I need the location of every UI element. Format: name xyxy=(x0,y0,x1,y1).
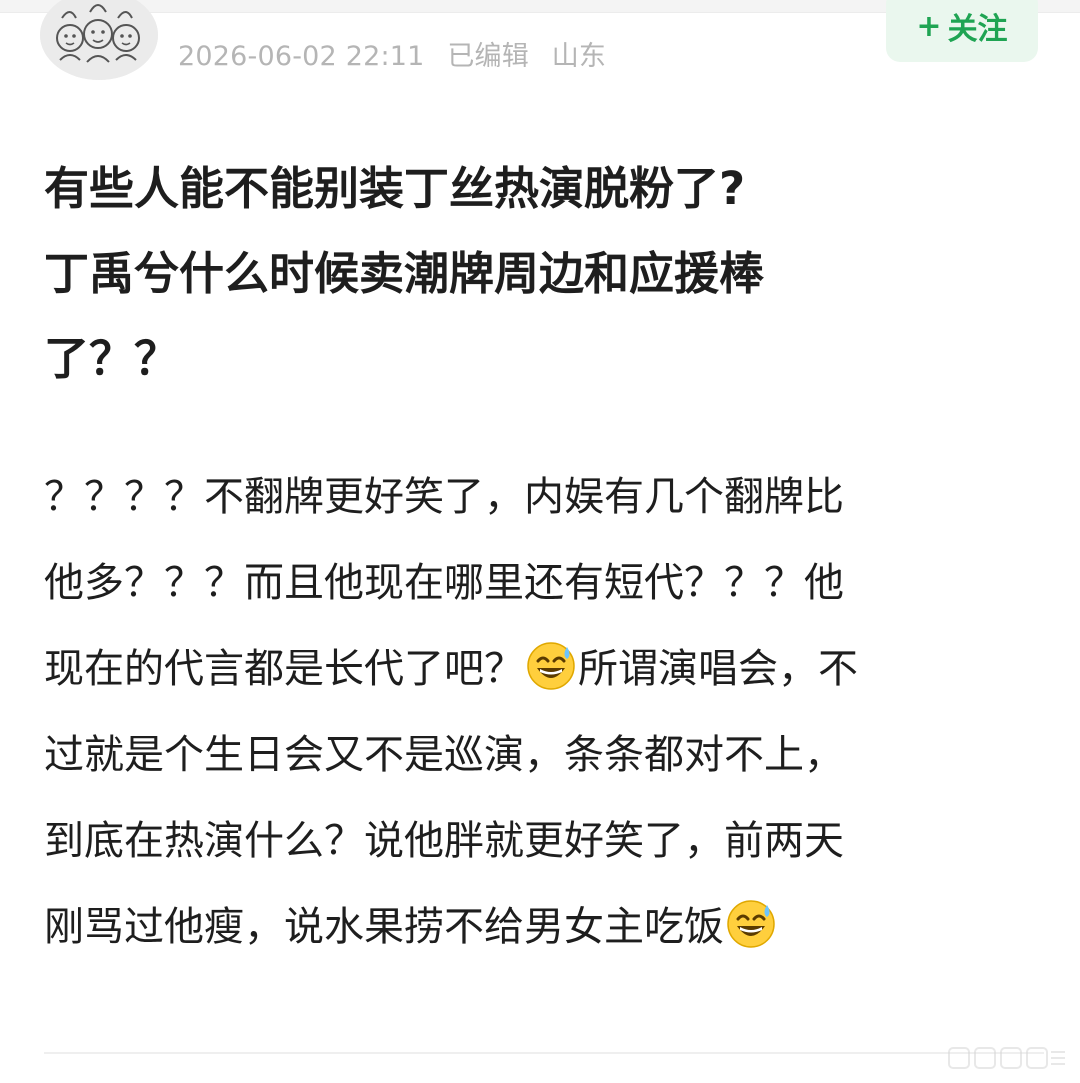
body-line: 他多？？？而且他现在哪里还有短代？？？他 xyxy=(44,560,844,606)
post-location: 山东 xyxy=(551,41,607,72)
sweat-smile-emoji-icon xyxy=(527,642,575,690)
bottom-divider xyxy=(44,1052,1044,1054)
watermark-icon xyxy=(948,1047,1065,1069)
body-line-segment: 刚骂过他瘦，说水果捞不给男女主吃饭 xyxy=(44,904,724,950)
follow-button-label: 关注 xyxy=(947,12,1008,47)
author-avatar[interactable] xyxy=(40,0,158,80)
cartoon-group-avatar-icon xyxy=(40,0,158,80)
post-datetime: 2026-06-02 22:11 xyxy=(178,41,425,72)
sweat-smile-emoji-icon xyxy=(727,900,775,948)
title-line: 了？？ xyxy=(44,332,180,385)
body-line-segment: 现在的代言都是长代了吧？ xyxy=(44,646,524,692)
body-line: 现在的代言都是长代了吧？ 所谓演唱会，不 xyxy=(44,626,1044,712)
post-body: ？？？？不翻牌更好笑了，内娱有几个翻牌比 他多？？？而且他现在哪里还有短代？？？… xyxy=(44,454,1044,970)
plus-icon: + xyxy=(916,8,942,44)
body-line: 到底在热演什么？说他胖就更好笑了，前两天 xyxy=(44,818,844,864)
body-line-segment: 所谓演唱会，不 xyxy=(578,646,858,692)
post-meta: 2026-06-02 22:11 已编辑 山东 xyxy=(178,34,620,73)
title-line: 丁禹兮什么时候卖潮牌周边和应援棒 xyxy=(44,247,765,300)
title-line: 有些人能不能别装丁丝热演脱粉了? xyxy=(44,162,746,215)
body-line: ？？？？不翻牌更好笑了，内娱有几个翻牌比 xyxy=(44,474,844,520)
post-title: 有些人能不能别装丁丝热演脱粉了? 丁禹兮什么时候卖潮牌周边和应援棒 了？？ xyxy=(44,146,1044,401)
body-line: 过就是个生日会又不是巡演，条条都对不上， xyxy=(44,732,844,778)
follow-button[interactable]: + 关注 xyxy=(886,0,1038,62)
body-line: 刚骂过他瘦，说水果捞不给男女主吃饭 xyxy=(44,884,1044,970)
edited-label: 已编辑 xyxy=(447,41,529,72)
